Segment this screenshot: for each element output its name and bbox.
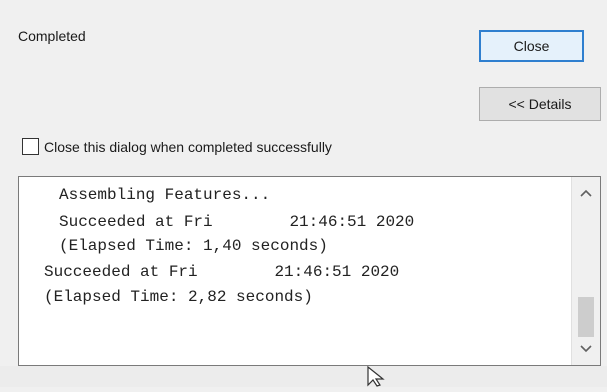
log-line: (Elapsed Time: 2,82 seconds) xyxy=(44,288,313,306)
close-on-complete-checkbox[interactable] xyxy=(22,138,39,155)
log-output[interactable]: Assembling Features... Succeeded at Fri … xyxy=(18,176,601,366)
details-button[interactable]: << Details xyxy=(479,87,601,121)
close-on-complete-option[interactable]: Close this dialog when completed success… xyxy=(22,138,332,155)
close-on-complete-label: Close this dialog when completed success… xyxy=(44,138,332,155)
log-line: (Elapsed Time: 1,40 seconds) xyxy=(59,237,328,255)
scrollbar-thumb[interactable] xyxy=(578,297,594,337)
log-line: Succeeded at Fri 21:46:51 2020 xyxy=(59,213,415,231)
log-line: Assembling Features... xyxy=(59,186,271,204)
status-text: Completed xyxy=(18,28,86,44)
chevron-up-icon[interactable] xyxy=(572,181,600,205)
mouse-cursor-icon xyxy=(367,365,387,392)
vertical-scrollbar[interactable] xyxy=(571,177,600,365)
log-line: Succeeded at Fri 21:46:51 2020 xyxy=(44,263,400,281)
close-button[interactable]: Close xyxy=(479,30,584,62)
window-bottom-edge xyxy=(0,366,607,387)
log-text-area: Assembling Features... Succeeded at Fri … xyxy=(19,177,570,365)
chevron-down-icon[interactable] xyxy=(572,337,600,361)
